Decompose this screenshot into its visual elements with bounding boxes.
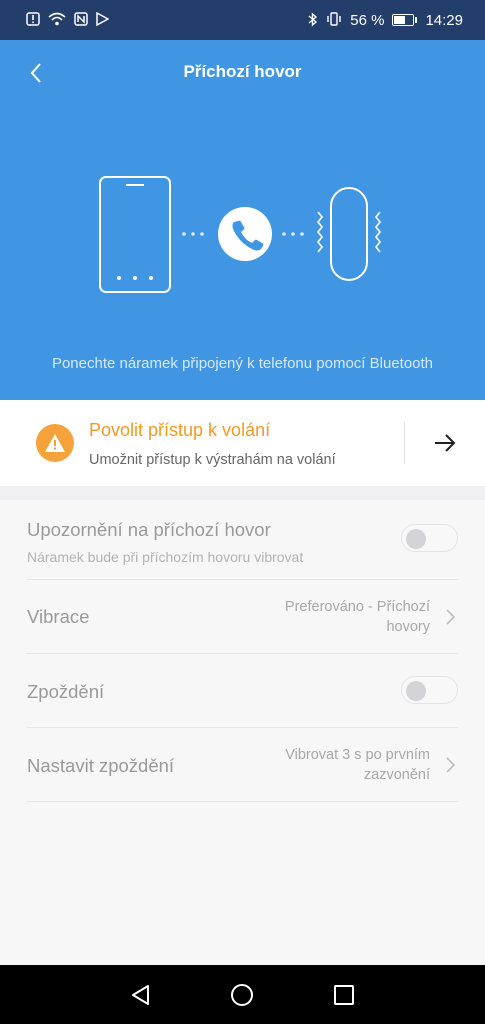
incoming-call-label: Upozornění na příchozí hovor [27,519,271,540]
set-delay-row[interactable]: Nastavit zpoždění Vibrovat 3 s po prvním… [27,728,458,802]
triangle-back-icon [131,984,149,1005]
battery-icon [392,14,418,26]
bluetooth-icon [308,11,318,29]
band-vibration-icon [316,187,382,281]
dots-left [182,232,204,236]
incoming-call-sub: Náramek bude při příchozím hovoru vibrov… [27,549,304,565]
circle-home-icon [231,983,254,1006]
square-recents-icon [334,984,355,1005]
nfc-icon [74,12,88,28]
permission-subtitle: Umožnit přístup k výstrahám na volání [89,452,336,468]
nav-recents-button[interactable] [330,981,358,1009]
toggle-knob [406,681,426,701]
battery-percent: 56 % [350,11,385,29]
alert-icon [26,12,40,28]
connection-illustration [99,176,382,293]
vibrate-icon [326,12,342,28]
delay-row[interactable]: Zpoždění [27,654,458,728]
vibration-label: Vibrace [27,606,90,627]
divider [404,422,405,464]
clock: 14:29 [425,11,463,29]
nav-home-button[interactable] [228,981,256,1009]
call-permission-card[interactable]: Povolit přístup k volání Umožnit přístup… [0,400,485,486]
hero-header: Příchozí hovor Ponechte náramek připojen… [0,40,485,400]
play-store-icon [96,11,110,28]
permission-title: Povolit přístup k volání [89,420,271,440]
set-delay-value: Vibrovat 3 s po prvním zazvonění [285,745,430,785]
status-bar: 56 % 14:29 [0,0,485,40]
incoming-call-toggle[interactable] [401,524,458,552]
page-title: Příchozí hovor [183,62,302,81]
set-delay-label: Nastavit zpoždění [27,755,175,776]
hero-subtitle: Ponechte náramek připojený k telefonu po… [51,355,434,372]
chevron-right-icon [446,757,456,773]
call-icon [218,207,272,261]
delay-label: Zpoždění [27,681,105,702]
status-right-icons: 56 % 14:29 [308,12,463,29]
section-gap [0,486,485,500]
set-delay-value-line1: Vibrovat 3 s po prvním [285,747,430,763]
toggle-knob [406,529,426,549]
settings-list: Upozornění na příchozí hovor Náramek bud… [0,500,485,965]
nav-back-button[interactable] [127,981,155,1009]
vibration-row[interactable]: Vibrace Preferováno - Příchozí hovory [27,580,458,654]
arrow-right-icon [435,434,456,452]
phone-icon [99,176,171,293]
vibration-value-line2: hovory [386,619,430,635]
wifi-icon [48,12,66,28]
system-nav-bar [0,965,485,1024]
vibration-value-line1: Preferováno - Příchozí [284,599,430,615]
dots-right [282,232,304,236]
set-delay-value-line2: zazvonění [363,767,430,783]
incoming-call-row[interactable]: Upozornění na příchozí hovor Náramek bud… [27,505,458,580]
vibration-value: Preferováno - Příchozí hovory [285,597,430,637]
chevron-right-icon [446,609,456,625]
permission-arrow-button[interactable] [432,430,458,456]
warning-icon [36,424,74,462]
delay-toggle[interactable] [401,676,458,704]
status-left-icons [26,11,110,28]
